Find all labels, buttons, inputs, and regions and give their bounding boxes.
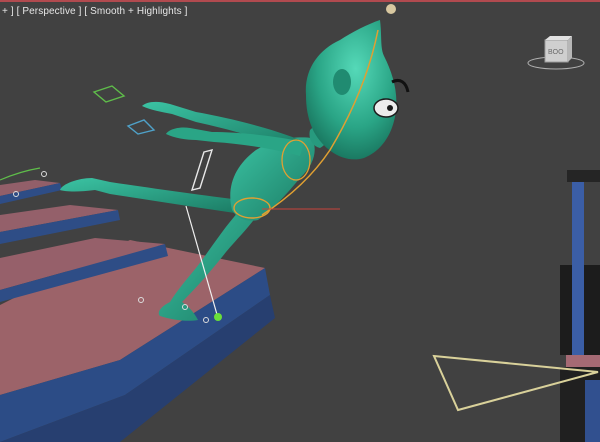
- right-structure-mesh[interactable]: [560, 170, 600, 442]
- ik-handle-icon[interactable]: [190, 149, 214, 191]
- character-pupil: [387, 105, 393, 111]
- hand-controller-icon[interactable]: [92, 85, 156, 135]
- viewcube-face-label[interactable]: BOO: [548, 49, 564, 56]
- scene-canvas[interactable]: BOO: [0, 0, 600, 442]
- shelf-pink-strip: [566, 355, 600, 367]
- shelf-post-blue: [572, 178, 584, 358]
- viewport-label-menu[interactable]: + ] [ Perspective ] [ Smooth + Highlight…: [2, 6, 188, 17]
- character-head: [305, 20, 397, 160]
- point-of-view-label[interactable]: [ Perspective ]: [17, 6, 82, 17]
- character-eye: [373, 98, 399, 118]
- head-pivot-sphere[interactable]: [386, 4, 396, 14]
- shading-mode-label[interactable]: [ Smooth + Highlights ]: [84, 6, 187, 17]
- plus-menu-icon[interactable]: +: [2, 6, 8, 17]
- viewport-active-border: [0, 0, 600, 2]
- shelf-top: [567, 170, 600, 182]
- perspective-viewport[interactable]: BOO + ] [ Perspective ] [ Smooth + Highl…: [0, 0, 600, 442]
- viewcube-icon[interactable]: BOO: [527, 36, 585, 70]
- shelf-blue-lower: [585, 380, 600, 442]
- character-ear: [333, 69, 351, 95]
